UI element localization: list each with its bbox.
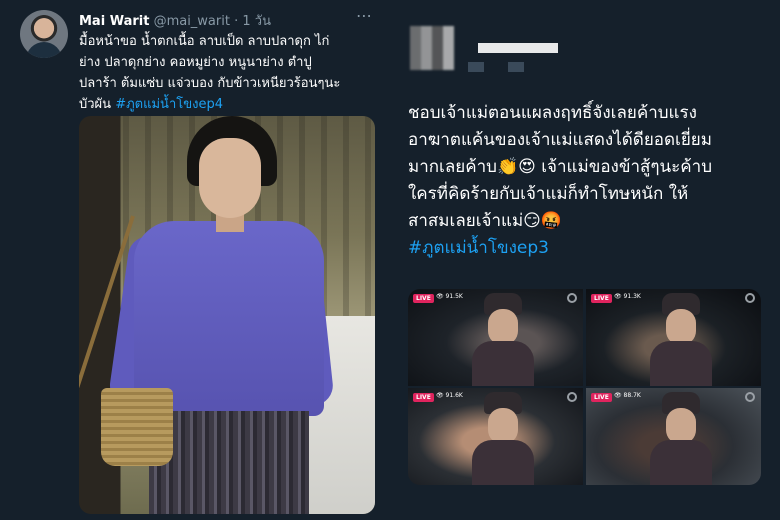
tweet-right[interactable]: ชอบเจ้าแม่ตอนแผลงฤทธิ์จังเลยค้าบแรง อาฆา… bbox=[390, 0, 780, 520]
blurred-tweet-time bbox=[508, 62, 524, 72]
figure-face bbox=[666, 309, 696, 345]
tweet-text-fragment: บัวผัน bbox=[79, 97, 116, 112]
author-handle[interactable]: @mai_warit bbox=[154, 14, 230, 29]
sticky-rice-basket bbox=[101, 388, 173, 466]
live-badge: LIVE bbox=[591, 294, 612, 303]
figure-face bbox=[666, 408, 696, 444]
view-count: 👁 91.3K bbox=[614, 293, 641, 300]
tweet-text-line: สาสมเลยเจ้าแม่😏🤬 bbox=[408, 211, 563, 231]
channel-logo-icon bbox=[745, 392, 755, 402]
tweet-text-line-last: บัวผัน #ภูตแม่น้ำโขงep4 bbox=[79, 94, 379, 115]
separator: · bbox=[229, 14, 243, 29]
tweet-text-line: ปลาร้า ต้มแซ่บ แจ่วบอง กับข้าวเหนียวร้อน… bbox=[79, 76, 341, 91]
tweet-text-line: ใครที่คิดร้ายกับเจ้าแม่ก็ทำโทษหนัก ให้ bbox=[408, 184, 689, 204]
tweet-left[interactable]: Mai Warit @mai_warit · 1 วัน ⋯ มื้อหน้าข… bbox=[0, 0, 390, 520]
hashtag-link[interactable]: #ภูตแม่น้ำโขงep4 bbox=[115, 97, 223, 112]
tweet-text-line: ย่าง ปลาดุกย่าง คอหมูย่าง หนูนาย่าง ตำปู bbox=[79, 55, 312, 70]
figure-body bbox=[472, 341, 534, 386]
grid-photo-3[interactable]: LIVE 👁 91.6K bbox=[408, 388, 583, 485]
live-badge: LIVE bbox=[413, 393, 434, 402]
purple-blouse bbox=[134, 221, 324, 416]
grid-photo-2[interactable]: LIVE 👁 91.3K bbox=[586, 289, 761, 386]
photo-grid: LIVE 👁 91.5K LIVE 👁 91.3K LIVE 👁 91.6K L… bbox=[408, 289, 761, 485]
channel-logo-icon bbox=[567, 392, 577, 402]
blurred-author-handle bbox=[468, 62, 484, 72]
face bbox=[199, 138, 261, 218]
grid-photo-1[interactable]: LIVE 👁 91.5K bbox=[408, 289, 583, 386]
view-count: 👁 91.5K bbox=[436, 293, 463, 300]
author-row: Mai Warit @mai_warit · 1 วัน bbox=[79, 10, 271, 31]
channel-logo-icon bbox=[567, 293, 577, 303]
view-count-value: 91.6K bbox=[445, 392, 463, 399]
grid-photo-4[interactable]: LIVE 👁 88.7K bbox=[586, 388, 761, 485]
tweet-time[interactable]: 1 วัน bbox=[242, 14, 271, 29]
live-badge: LIVE bbox=[413, 294, 434, 303]
woven-skirt bbox=[149, 411, 309, 514]
figure-face bbox=[488, 309, 518, 345]
tweet-photo[interactable] bbox=[79, 116, 375, 514]
tweet-text-line: มื้อหน้าขอ น้ำตกเนื้อ ลาบเป็ด ลาบปลาดุก … bbox=[79, 34, 330, 49]
tweet-text: ชอบเจ้าแม่ตอนแผลงฤทธิ์จังเลยค้าบแรง อาฆา… bbox=[408, 100, 778, 262]
channel-logo-icon bbox=[745, 293, 755, 303]
author-avatar[interactable] bbox=[20, 10, 68, 58]
view-count-value: 88.7K bbox=[623, 392, 641, 399]
author-name[interactable]: Mai Warit bbox=[79, 14, 149, 29]
hashtag-link[interactable]: #ภูตแม่น้ำโขงep3 bbox=[408, 235, 778, 262]
live-badge: LIVE bbox=[591, 393, 612, 402]
more-icon[interactable]: ⋯ bbox=[356, 6, 373, 25]
tweet-text-line: ชอบเจ้าแม่ตอนแผลงฤทธิ์จังเลยค้าบแรง bbox=[408, 103, 697, 123]
blurred-author-name bbox=[478, 43, 558, 53]
blurred-avatar[interactable] bbox=[410, 26, 454, 70]
view-count: 👁 88.7K bbox=[614, 392, 641, 399]
tweet-text: มื้อหน้าขอ น้ำตกเนื้อ ลาบเป็ด ลาบปลาดุก … bbox=[79, 31, 379, 115]
figure-body bbox=[472, 440, 534, 485]
view-count-value: 91.3K bbox=[623, 293, 641, 300]
view-count: 👁 91.6K bbox=[436, 392, 463, 399]
tweet-text-line: มากเลยค้าบ👏😍 เจ้าแม่ของข้าสู้ๆนะค้าบ bbox=[408, 157, 712, 177]
figure-face bbox=[488, 408, 518, 444]
view-count-value: 91.5K bbox=[445, 293, 463, 300]
tweet-text-line: อาฆาตแค้นของเจ้าแม่แสดงได้ดียอดเยี่ยม bbox=[408, 130, 712, 150]
figure-body bbox=[650, 440, 712, 485]
figure-body bbox=[650, 341, 712, 386]
